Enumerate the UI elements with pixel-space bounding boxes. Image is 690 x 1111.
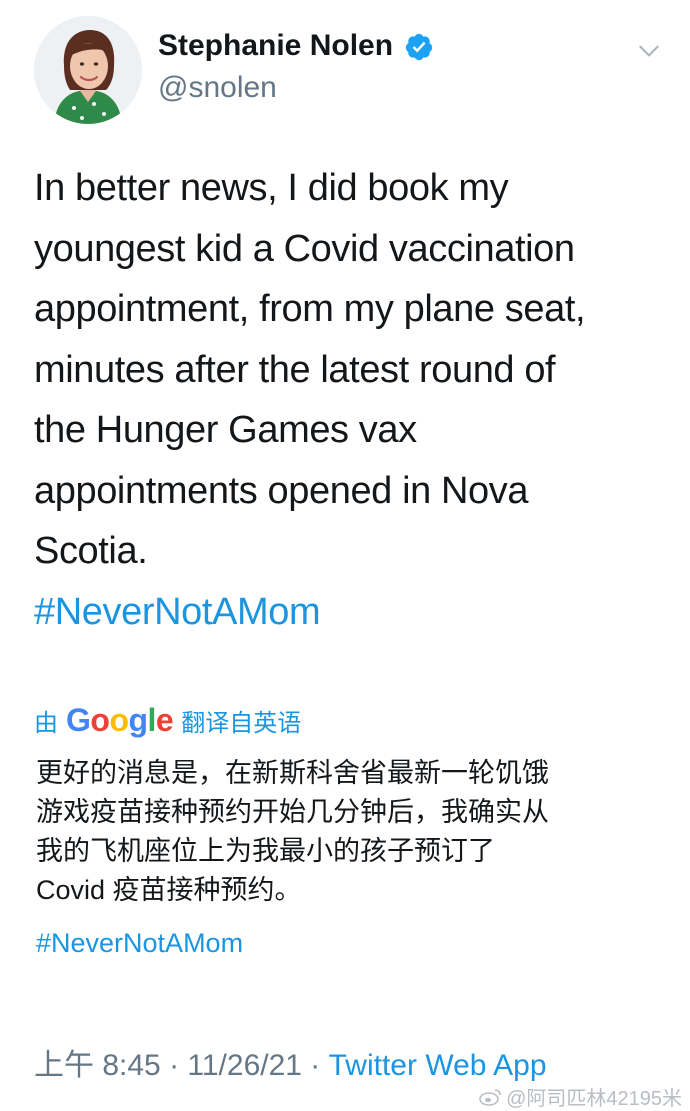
translated-text: 更好的消息是，在新斯科舍省最新一轮饥饿 游戏疫苗接种预约开始几分钟后，我确实从 …	[36, 754, 666, 963]
translated-text-line: 游戏疫苗接种预约开始几分钟后，我确实从	[36, 797, 549, 827]
translation-suffix: 翻译自英语	[181, 709, 302, 737]
profile-photo	[34, 16, 142, 124]
watermark: @阿司匹林42195米	[478, 1082, 682, 1111]
verified-badge-icon	[405, 33, 433, 61]
author-display-name[interactable]: Stephanie Nolen	[158, 28, 393, 64]
tweet-text-line: minutes after the latest round of	[34, 348, 556, 391]
chevron-down-icon[interactable]	[636, 38, 662, 64]
translated-text-line: 更好的消息是，在新斯科舍省最新一轮饥饿	[36, 758, 549, 788]
tweet-text-line: appointment, from my plane seat,	[34, 288, 586, 330]
meta-separator: ·	[160, 1049, 188, 1082]
tweet-text-line: In better news, I did book my	[34, 167, 509, 209]
watermark-text: @阿司匹林42195米	[506, 1088, 682, 1110]
tweet-text-line: appointments opened in Nova	[34, 469, 529, 512]
translation-credit[interactable]: 由 Google 翻译自英语	[34, 700, 301, 740]
avatar[interactable]	[34, 16, 142, 124]
tweet-metadata: 上午 8:45 · 11/26/21 · Twitter Web App	[34, 1046, 547, 1086]
hashtag-link[interactable]: #NeverNotAMom	[34, 582, 664, 643]
tweet-text-line: Scotia.	[34, 530, 148, 572]
translated-text-line: 我的飞机座位上为我最小的孩子预订了	[36, 836, 495, 866]
meta-separator: ·	[301, 1049, 329, 1082]
tweet-text: In better news, I did book my youngest k…	[34, 158, 664, 642]
weibo-icon	[479, 1088, 501, 1106]
tweet-date[interactable]: 11/26/21	[187, 1049, 302, 1082]
google-logo: Google	[66, 701, 174, 738]
tweet-time[interactable]: 上午 8:45	[34, 1049, 161, 1082]
tweet-source-link[interactable]: Twitter Web App	[329, 1049, 547, 1082]
tweet-text-line: youngest kid a Covid vaccination	[34, 227, 575, 270]
translated-hashtag-link[interactable]: #NeverNotAMom	[36, 924, 666, 963]
author-handle[interactable]: @snolen	[158, 70, 277, 106]
translation-prefix: 由	[34, 709, 58, 737]
translated-text-line: Covid 疫苗接种预约。	[36, 875, 302, 905]
tweet-text-line: the Hunger Games vax	[34, 409, 417, 451]
